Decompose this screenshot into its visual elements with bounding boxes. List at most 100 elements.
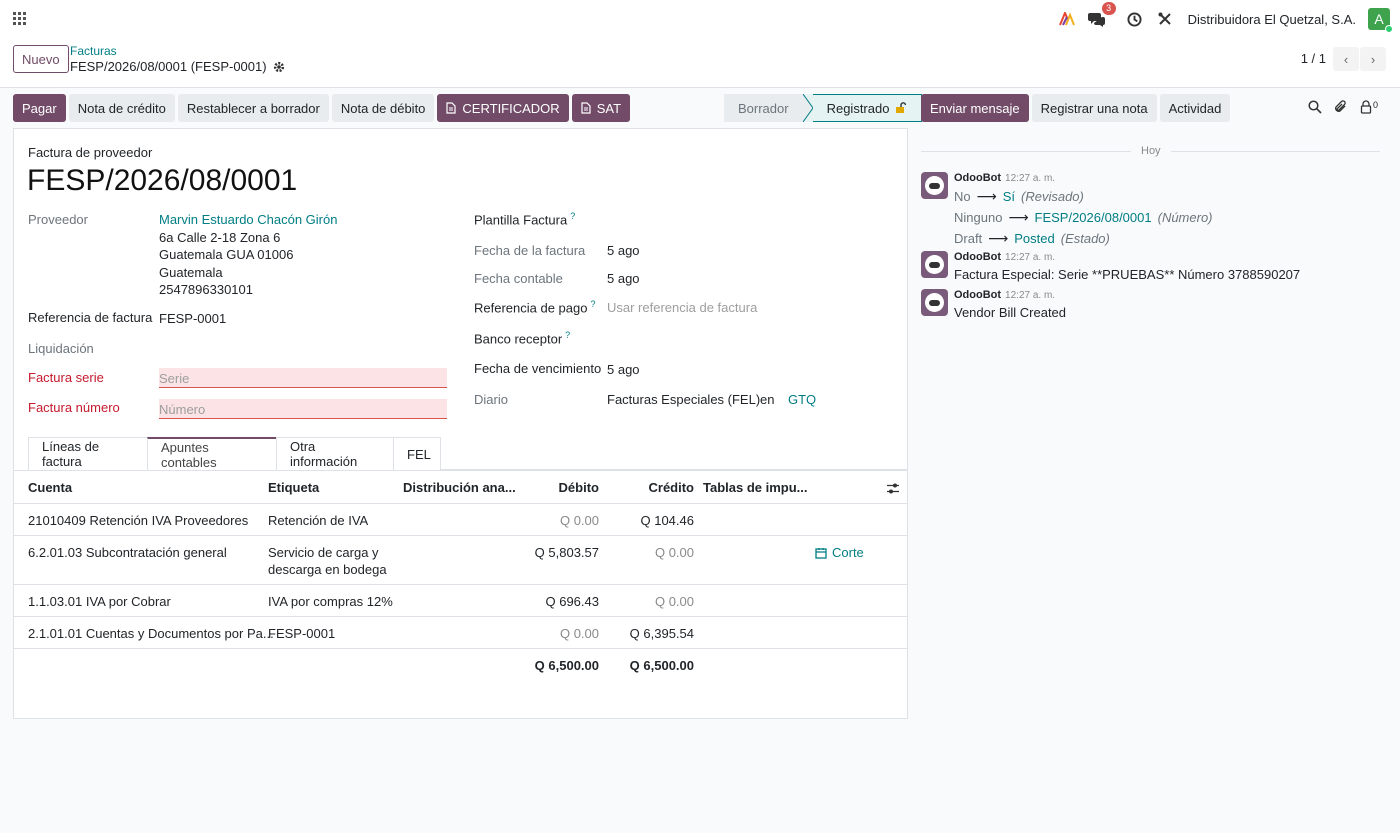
debit-note-button[interactable]: Nota de débito xyxy=(331,94,435,122)
diario-en: en xyxy=(760,392,775,407)
unlock-icon xyxy=(896,102,907,113)
paperclip-icon[interactable] xyxy=(1334,100,1348,114)
plantilla-label: Plantilla Factura? xyxy=(474,211,575,227)
proveedor-link[interactable]: Marvin Estuardo Chacón Girón xyxy=(159,212,337,227)
avatar[interactable] xyxy=(921,251,948,278)
table-row[interactable]: 6.2.01.03 Subcontratación general Servic… xyxy=(14,536,907,584)
tab-lineas-factura[interactable]: Líneas de factura xyxy=(28,437,148,470)
diario-value[interactable]: Facturas Especiales (FEL) xyxy=(607,392,760,407)
message-author: OdooBot 12:27 a. m. xyxy=(954,172,1055,184)
banco-receptor-label-text: Banco receptor xyxy=(474,331,563,347)
stage-borrador[interactable]: Borrador xyxy=(724,94,803,122)
message-author: OdooBot 12:27 a. m. xyxy=(954,289,1055,301)
pager-next-button[interactable]: › xyxy=(1360,47,1386,71)
help-icon[interactable]: ? xyxy=(565,330,570,340)
fecha-factura-value[interactable]: 5 ago xyxy=(607,243,640,258)
factura-serie-label: Factura serie xyxy=(28,370,104,385)
tab-fel[interactable]: FEL xyxy=(393,437,441,470)
ref-pago-label-text: Referencia de pago xyxy=(474,300,588,316)
col-debito[interactable]: Débito xyxy=(514,480,599,495)
tab-otra-informacion[interactable]: Otra información xyxy=(276,437,394,470)
sat-button[interactable]: SAT xyxy=(571,94,631,122)
apps-menu-icon[interactable] xyxy=(13,12,26,25)
company-switcher[interactable]: Distribuidora El Quetzal, S.A. xyxy=(1188,12,1356,27)
chat-badge: 3 xyxy=(1101,2,1116,15)
tracking-change: Ninguno ⟶ FESP/2026/08/0001 (Número) xyxy=(954,209,1213,226)
log-note-button[interactable]: Registrar una nota xyxy=(1031,94,1157,122)
row-credito: Q 0.00 xyxy=(654,545,694,560)
factura-serie-input[interactable]: Serie xyxy=(159,368,447,388)
row-debito: Q 696.43 xyxy=(545,594,600,609)
col-credito[interactable]: Crédito xyxy=(604,480,695,495)
ref-pago-input[interactable]: Usar referencia de factura xyxy=(607,300,757,315)
form-sheet: Factura de proveedor FESP/2026/08/0001 P… xyxy=(13,128,908,719)
credit-note-button[interactable]: Nota de crédito xyxy=(68,94,175,122)
plantilla-label-text: Plantilla Factura xyxy=(474,212,568,228)
message-time: 12:27 a. m. xyxy=(1005,252,1056,263)
table-row[interactable]: 21010409 Retención IVA Proveedores Reten… xyxy=(14,504,907,535)
stage-registrado[interactable]: Registrado xyxy=(812,94,923,122)
certificador-button[interactable]: CERTIFICADOR xyxy=(437,94,569,122)
tracking-new: FESP/2026/08/0001 xyxy=(1034,210,1152,225)
avatar[interactable] xyxy=(921,172,948,199)
breadcrumb-facturas[interactable]: Facturas xyxy=(70,44,117,58)
ref-factura-value[interactable]: FESP-0001 xyxy=(159,311,226,326)
col-cuenta[interactable]: Cuenta xyxy=(28,480,72,495)
gear-icon[interactable] xyxy=(273,61,285,73)
file-pdf-icon xyxy=(446,102,457,114)
table-row[interactable]: 2.1.01.01 Cuentas y Documentos por Pa...… xyxy=(14,617,907,648)
col-impuestos[interactable]: Tablas de impu... xyxy=(703,480,808,495)
tracking-change: No ⟶ Sí (Revisado) xyxy=(954,188,1084,205)
message-author-name: OdooBot xyxy=(954,172,1002,184)
day-label: Hoy xyxy=(1131,145,1171,157)
tracking-new: Posted xyxy=(1014,231,1055,246)
chevron-right-icon: › xyxy=(1370,51,1376,67)
diario-label: Diario xyxy=(474,392,508,407)
chatter-tools: 0 xyxy=(1308,100,1378,114)
diario-currency[interactable]: GTQ xyxy=(788,392,816,407)
chat-icon[interactable]: 3 xyxy=(1087,2,1116,28)
row-etiqueta: Servicio de carga y xyxy=(268,545,379,560)
message-author-name: OdooBot xyxy=(954,289,1002,301)
avatar[interactable] xyxy=(921,289,948,316)
total-credito: Q 6,500.00 xyxy=(629,658,694,673)
factura-numero-input[interactable]: Número xyxy=(159,399,447,419)
address-line-3: Guatemala xyxy=(159,265,223,280)
optional-columns-icon[interactable] xyxy=(886,482,900,495)
tab-apuntes-contables[interactable]: Apuntes contables xyxy=(147,437,277,470)
row-etiqueta: IVA por compras 12% xyxy=(268,594,393,609)
vencimiento-value[interactable]: 5 ago xyxy=(607,362,640,377)
tracking-field: (Revisado) xyxy=(1021,189,1084,204)
fecha-contable-value[interactable]: 5 ago xyxy=(607,271,640,286)
ai-logo-icon[interactable] xyxy=(1058,10,1076,28)
stage-arrow xyxy=(802,94,813,122)
col-etiqueta[interactable]: Etiqueta xyxy=(268,480,319,495)
help-icon[interactable]: ? xyxy=(570,211,575,221)
row-etiqueta-line2: descarga en bodega xyxy=(268,562,387,577)
status-bar: Borrador Registrado xyxy=(724,94,923,122)
col-distribucion[interactable]: Distribución ana... xyxy=(403,480,516,495)
tools-icon[interactable] xyxy=(1156,10,1174,28)
user-avatar[interactable]: A xyxy=(1368,8,1393,33)
row-cuenta: 2.1.01.01 Cuentas y Documentos por Pa... xyxy=(28,626,274,641)
help-icon[interactable]: ? xyxy=(590,299,595,309)
pager-previous-button[interactable]: ‹ xyxy=(1333,47,1359,71)
reset-draft-button[interactable]: Restablecer a borrador xyxy=(177,94,329,122)
chatter-topbar: Enviar mensaje Registrar una nota Activi… xyxy=(921,94,1231,122)
table-row[interactable]: 1.1.03.01 IVA por Cobrar IVA por compras… xyxy=(14,585,907,616)
clock-activity-icon[interactable] xyxy=(1126,10,1144,28)
send-message-button[interactable]: Enviar mensaje xyxy=(921,94,1029,122)
row-etiqueta: Retención de IVA xyxy=(268,513,369,528)
row-cuenta: 1.1.03.01 IVA por Cobrar xyxy=(28,594,171,609)
journal-items-table: Cuenta Etiqueta Distribución ana... Débi… xyxy=(14,470,907,720)
pager-value[interactable]: 1 / 1 xyxy=(1301,51,1326,66)
new-button[interactable]: Nuevo xyxy=(13,45,69,73)
row-etiqueta: FESP-0001 xyxy=(268,626,336,641)
search-icon[interactable] xyxy=(1308,100,1322,114)
bot-face-icon xyxy=(925,293,944,312)
pay-button[interactable]: Pagar xyxy=(13,94,66,122)
activity-button[interactable]: Actividad xyxy=(1159,94,1231,122)
followers-button[interactable]: 0 xyxy=(1360,100,1378,114)
row-analytic-tag[interactable]: Corte xyxy=(815,545,864,560)
arrow-right-icon: ⟶ xyxy=(1008,209,1029,225)
